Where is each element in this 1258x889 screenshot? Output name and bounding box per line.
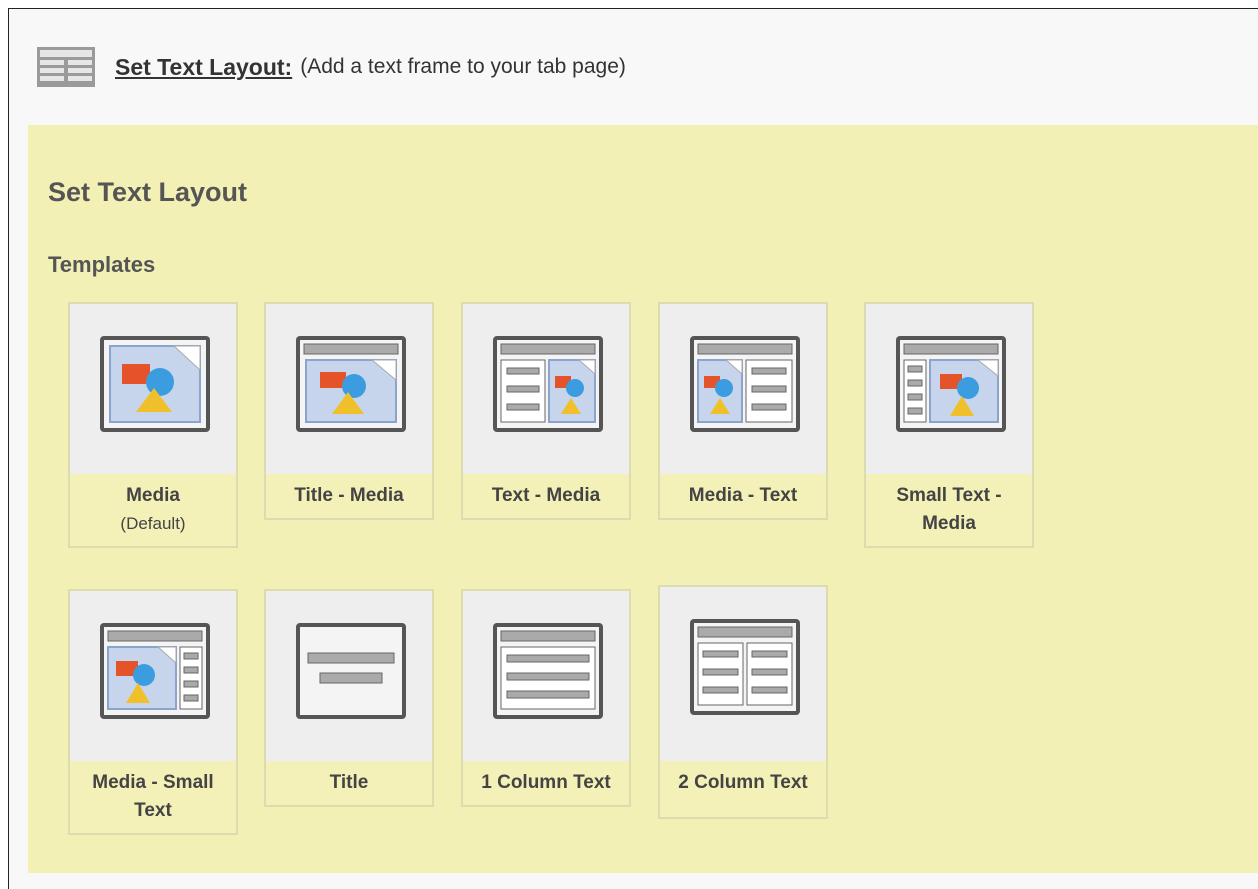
template-media-small-text[interactable]: Media - Small Text [68, 589, 238, 835]
template-label: Media - Text [688, 485, 798, 506]
template-media-text[interactable]: Media - Text [658, 302, 828, 520]
header-title[interactable]: Set Text Layout: [115, 54, 292, 81]
one-column-text-layout-icon [493, 623, 603, 719]
media-text-layout-icon [690, 336, 800, 432]
panel-title: Set Text Layout [48, 177, 248, 207]
media-layout-icon [100, 336, 210, 432]
small-text-media-layout-icon [896, 336, 1006, 432]
template-title[interactable]: Title [264, 589, 434, 807]
template-label: Media - Small Text [92, 772, 214, 821]
header-subtitle: (Add a text frame to your tab page) [300, 55, 626, 78]
template-label: Text - Media [491, 485, 601, 506]
text-layout-icon [37, 47, 95, 87]
template-2-column-text[interactable]: 2 Column Text [658, 585, 828, 819]
set-text-layout-panel: Set Text Layout Templates Media (Default… [28, 125, 1258, 873]
two-column-text-layout-icon [690, 619, 800, 715]
template-small-text-media[interactable]: Small Text - Media [864, 302, 1034, 548]
templates-label: Templates [48, 252, 156, 277]
template-label: 1 Column Text [481, 772, 611, 793]
template-label: Media [126, 485, 180, 506]
header: Set Text Layout: (Add a text frame to yo… [37, 45, 626, 89]
template-label: Small Text - Media [896, 485, 1002, 534]
template-media[interactable]: Media (Default) [68, 302, 238, 548]
text-media-layout-icon [493, 336, 603, 432]
template-sub-label: (Default) [120, 514, 186, 533]
title-layout-icon [296, 623, 406, 719]
template-title-media[interactable]: Title - Media [264, 302, 434, 520]
template-text-media[interactable]: Text - Media [461, 302, 631, 520]
title-media-layout-icon [296, 336, 406, 432]
media-small-text-layout-icon [100, 623, 210, 719]
template-label: 2 Column Text [678, 772, 808, 793]
template-label: Title - Media [294, 485, 404, 506]
template-1-column-text[interactable]: 1 Column Text [461, 589, 631, 807]
template-label: Title [329, 772, 369, 793]
